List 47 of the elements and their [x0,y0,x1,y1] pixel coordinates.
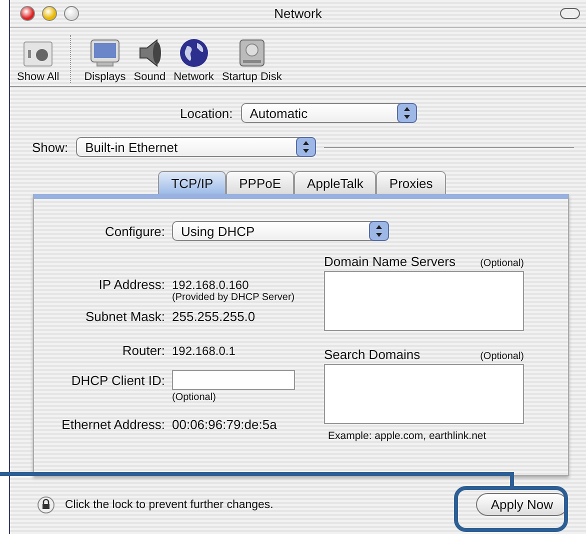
subnet-mask-value: 255.255.255.0 [172,309,256,324]
dhcp-client-id-field[interactable] [172,370,295,390]
dhcp-client-id-note: (Optional) [172,392,217,403]
ethernet-address-value: 00:06:96:79:de:5a [172,417,278,432]
tab[interactable]: PPPoE [226,171,294,194]
monitor-icon [88,38,121,68]
toolbar-item[interactable]: Sound [130,38,169,83]
lock-icon[interactable] [37,496,55,514]
ip-address-label: IP Address: [98,277,165,292]
dns-title: Domain Name Servers [324,254,456,269]
configure-label: Configure: [104,224,165,238]
search-domains-field[interactable] [324,364,524,424]
subnet-mask-label: Subnet Mask: [84,309,165,324]
show-label: Show: [32,140,68,154]
window-title: Network [274,6,322,21]
router-label: Router: [121,343,165,358]
stepper-icon [296,137,316,157]
toolbar-item[interactable]: Network [170,38,217,83]
router-value: 192.168.0.1 [172,344,236,358]
optional-note: (Optional) [480,258,524,269]
tab[interactable]: Proxies [376,171,446,194]
ip-address-value: 192.168.0.160 [172,278,250,292]
toolbar-toggle-button[interactable] [560,8,580,19]
minimize-button[interactable] [42,6,57,21]
location-label: Location: [180,106,233,120]
lock-message: Click the lock to prevent further changes. [65,498,274,510]
example-text: Example: apple.com, earthlink.net [328,430,488,442]
preferences-icon [23,40,54,68]
location-popup[interactable]: Automatic [240,103,417,123]
stepper-icon [396,103,417,123]
ethernet-address-label: Ethernet Address: [60,417,165,432]
close-button[interactable] [20,6,35,21]
toolbar-item[interactable]: Startup Disk [218,38,285,83]
zoom-button[interactable] [64,6,79,21]
optional-note: (Optional) [480,351,524,362]
dhcp-client-id-label: DHCP Client ID: [70,372,165,388]
show-popup[interactable]: Built-in Ethernet [76,137,316,157]
dns-field[interactable] [324,271,524,331]
toolbar-item[interactable]: Show All [14,40,62,83]
search-domains-title: Search Domains [324,347,420,362]
ip-address-note: (Provided by DHCP Server) [172,292,296,303]
tab[interactable]: TCP/IP [158,171,226,194]
globe-icon [178,38,209,68]
tab[interactable]: AppleTalk [294,171,376,194]
toolbar-item[interactable]: Displays [81,38,129,83]
stepper-icon [369,221,389,241]
configure-popup[interactable]: Using DHCP [172,221,389,241]
